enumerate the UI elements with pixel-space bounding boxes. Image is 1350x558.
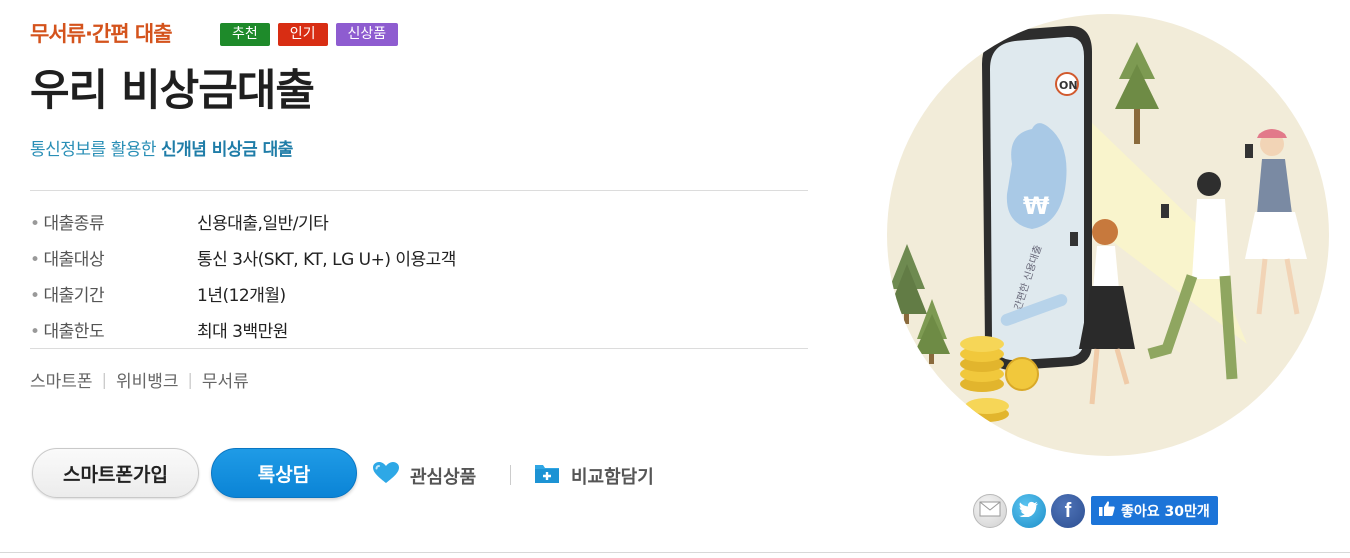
spec-key: 대출종류	[30, 209, 197, 234]
spec-value: 신용대출,일반/기타	[197, 213, 329, 234]
tag-item[interactable]: 무서류	[202, 367, 249, 392]
person-icon	[1245, 129, 1307, 315]
smartphone-join-button[interactable]: 스마트폰가입	[32, 448, 199, 498]
mail-share-button[interactable]	[973, 494, 1007, 528]
product-subtitle: 통신정보를 활용한 신개념 비상금 대출	[30, 135, 293, 160]
heart-icon	[372, 461, 400, 490]
tree-icon	[887, 244, 927, 324]
spec-list: 대출종류 신용대출,일반/기타 대출대상 통신 3사(SKT, KT, LG U…	[30, 203, 790, 347]
badge-popular: 인기	[277, 23, 328, 46]
compare-label: 비교함담기	[571, 466, 654, 488]
favorite-label: 관심상품	[410, 466, 477, 488]
tag-item[interactable]: 위비뱅크	[116, 367, 179, 392]
subtitle-emphasis: 신개념 비상금 대출	[160, 140, 293, 160]
spec-value: 최대 3백만원	[197, 321, 288, 342]
spec-key: 대출기간	[30, 281, 197, 306]
compare-button[interactable]: 비교함담기	[533, 461, 654, 490]
smartphone-icon: ON ₩ 간편한 신용대출	[982, 25, 1092, 371]
twitter-share-button[interactable]	[1012, 494, 1046, 528]
spec-row-period: 대출기간 1년(12개월)	[30, 275, 790, 311]
tag-separator: |	[187, 370, 193, 389]
badge-recommended: 추천	[220, 23, 270, 46]
thumbs-up-icon	[1099, 501, 1115, 520]
divider-top	[30, 190, 808, 191]
subtitle-prefix: 통신정보를 활용한	[30, 140, 161, 160]
badge-new: 신상품	[335, 23, 399, 46]
product-illustration: ON ₩ 간편한 신용대출	[887, 14, 1329, 456]
facebook-icon: f	[1064, 499, 1072, 522]
facebook-share-button[interactable]: f	[1051, 494, 1085, 528]
spec-row-target: 대출대상 통신 3사(SKT, KT, LG U+) 이용고객	[30, 239, 790, 275]
folder-plus-icon	[533, 461, 561, 490]
page-bottom-border	[0, 552, 1350, 553]
talk-consult-button[interactable]: 톡상담	[211, 448, 357, 498]
product-badges: 추천 인기 신상품	[220, 23, 399, 46]
favorite-button[interactable]: 관심상품	[372, 461, 476, 490]
svg-text:ON: ON	[1059, 79, 1078, 92]
action-separator	[510, 465, 511, 485]
spec-value: 통신 3사(SKT, KT, LG U+) 이용고객	[197, 249, 456, 270]
spec-key: 대출대상	[30, 245, 197, 270]
product-category: 무서류·간편 대출	[30, 22, 173, 46]
spec-row-limit: 대출한도 최대 3백만원	[30, 311, 790, 347]
tag-separator: |	[101, 370, 107, 389]
tag-list: 스마트폰 | 위비뱅크 | 무서류	[30, 367, 249, 392]
mail-icon	[979, 501, 1001, 521]
spec-value: 1년(12개월)	[197, 285, 286, 306]
tree-icon	[1115, 42, 1159, 144]
product-title: 우리 비상금대출	[30, 66, 315, 116]
tag-item[interactable]: 스마트폰	[30, 367, 93, 392]
svg-text:₩: ₩	[1023, 192, 1050, 220]
divider-bottom	[30, 348, 808, 349]
spec-key: 대출한도	[30, 317, 197, 342]
twitter-icon	[1019, 501, 1039, 521]
like-button[interactable]: 좋아요 30만개	[1091, 496, 1218, 525]
spec-row-loan-type: 대출종류 신용대출,일반/기타	[30, 203, 790, 239]
like-label: 좋아요 30만개	[1121, 503, 1210, 520]
